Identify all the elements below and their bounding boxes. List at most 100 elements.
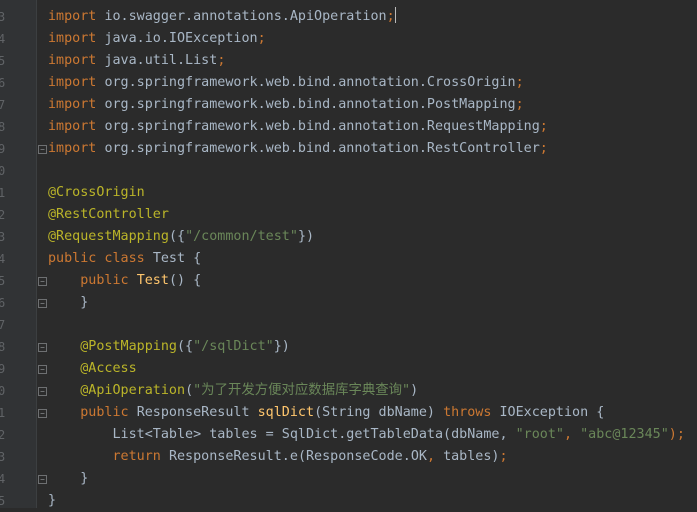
code-line[interactable]: import org.springframework.web.bind.anno…: [48, 94, 524, 116]
code-token: sqlDict: [257, 405, 315, 420]
code-token: }: [48, 471, 89, 486]
code-line[interactable]: public ResponseResult sqlDict(String dbN…: [48, 402, 604, 424]
code-token: ;: [386, 9, 395, 24]
line-number: 4: [0, 472, 6, 486]
code-token: ResponseResult.: [168, 449, 290, 464]
code-token: io.swagger.annotations.ApiOperation: [104, 9, 387, 24]
code-token: org.springframework.web.bind.annotation.…: [104, 119, 540, 134]
code-token: import: [48, 9, 105, 24]
code-token: @Access: [48, 361, 137, 376]
code-token: ;: [257, 31, 266, 46]
code-token: java.io.IOException: [104, 31, 258, 46]
fold-toggle-icon[interactable]: [37, 144, 48, 155]
code-token: List<Table> tables = SqlDict.: [48, 427, 347, 442]
line-number: 0: [0, 164, 6, 178]
code-token: return: [48, 449, 169, 464]
code-token: @RestController: [48, 207, 169, 222]
line-number: 1: [0, 186, 6, 200]
line-number: 2: [0, 208, 6, 222]
code-line[interactable]: import io.swagger.annotations.ApiOperati…: [48, 6, 396, 28]
code-token: ({: [168, 229, 186, 244]
code-line[interactable]: public Test() {: [48, 270, 201, 292]
code-line[interactable]: import java.util.List;: [48, 50, 225, 72]
line-number: 2: [0, 428, 6, 442]
code-token: import: [48, 75, 105, 90]
code-token: java.util.List: [104, 53, 218, 68]
code-token: }: [48, 295, 89, 310]
code-token: ;: [515, 97, 524, 112]
code-token: ,: [426, 449, 444, 464]
code-token: (ResponseCode.: [297, 449, 411, 464]
code-token: IOException {: [499, 405, 605, 420]
code-token: org.springframework.web.bind.annotation.…: [104, 75, 516, 90]
code-line[interactable]: List<Table> tables = SqlDict.getTableDat…: [48, 424, 684, 446]
line-number: 9: [0, 142, 6, 156]
fold-toggle-icon[interactable]: [37, 276, 48, 287]
code-token: (: [185, 383, 194, 398]
code-line[interactable]: import org.springframework.web.bind.anno…: [48, 138, 548, 160]
code-token: OK: [410, 449, 427, 464]
code-token: ;: [217, 53, 226, 68]
code-line[interactable]: import org.springframework.web.bind.anno…: [48, 116, 548, 138]
fold-toggle-icon[interactable]: [37, 386, 48, 397]
code-token: ({: [177, 339, 194, 354]
code-token: }): [297, 229, 315, 244]
code-line[interactable]: @Access: [48, 358, 137, 380]
code-editor[interactable]: 3 4 5 6 7 8 9 0 1 2 3 4 5 6 7 8 9 0 1 2 3 4 5 import io.swagge…: [0, 0, 697, 508]
code-token: tables): [443, 449, 500, 464]
code-token: @CrossOrigin: [48, 185, 145, 200]
line-number: 0: [0, 384, 6, 398]
code-token: import: [48, 53, 105, 68]
line-number: 5: [0, 274, 6, 288]
code-line[interactable]: }: [48, 292, 88, 314]
code-token: throws: [443, 405, 500, 420]
code-line[interactable]: }: [48, 490, 56, 512]
code-line[interactable]: public class Test {: [48, 248, 201, 270]
code-token: "root": [515, 427, 564, 442]
line-number: 4: [0, 252, 6, 266]
code-line[interactable]: @ApiOperation("为了开发方便对应数据库字典查询"): [48, 380, 418, 402]
line-number: 8: [0, 120, 6, 134]
code-line[interactable]: import java.io.IOException;: [48, 28, 266, 50]
fold-toggle-icon[interactable]: [37, 298, 48, 309]
line-number: 8: [0, 340, 6, 354]
code-line[interactable]: @CrossOrigin: [48, 182, 145, 204]
line-number: 6: [0, 296, 6, 310]
line-number: 6: [0, 76, 6, 90]
code-token: import: [48, 31, 105, 46]
code-token: Test: [136, 273, 169, 288]
code-token: import: [48, 97, 105, 112]
code-token: ): [410, 383, 419, 398]
code-token: "/common/test": [185, 229, 298, 244]
code-token: ResponseResult: [136, 405, 258, 420]
fold-toggle-icon[interactable]: [37, 342, 48, 353]
code-line[interactable]: @RestController: [48, 204, 169, 226]
line-number: 7: [0, 318, 6, 332]
code-token: @RequestMapping: [48, 229, 169, 244]
code-token: @PostMapping: [48, 339, 177, 354]
code-token: "abc@12345": [580, 427, 669, 442]
code-token: ;: [539, 141, 548, 156]
code-line[interactable]: import org.springframework.web.bind.anno…: [48, 72, 524, 94]
line-number: 9: [0, 362, 6, 376]
code-token: (String dbName): [314, 405, 444, 420]
gutter-divider: [36, 0, 37, 508]
code-line[interactable]: }: [48, 468, 88, 490]
code-token: "为了开发方便对应数据库字典查询": [193, 383, 411, 398]
code-token: public class: [48, 251, 153, 266]
line-number: 5: [0, 54, 6, 68]
fold-toggle-icon[interactable]: [37, 474, 48, 485]
line-number: 4: [0, 32, 6, 46]
line-number-gutter[interactable]: 3 4 5 6 7 8 9 0 1 2 3 4 5 6 7 8 9 0 1 2 3 4 5: [0, 0, 36, 508]
code-line[interactable]: @RequestMapping({"/common/test"}): [48, 226, 314, 248]
code-line[interactable]: return ResponseResult.e(ResponseCode.OK,…: [48, 446, 507, 468]
code-token: public: [48, 405, 137, 420]
code-token: }): [273, 339, 290, 354]
code-token: e: [289, 449, 298, 464]
code-token: Test {: [152, 251, 202, 266]
fold-toggle-icon[interactable]: [37, 364, 48, 375]
code-line[interactable]: @PostMapping({"/sqlDict"}): [48, 336, 290, 358]
fold-toggle-icon[interactable]: [37, 408, 48, 419]
code-token: public: [48, 273, 137, 288]
code-token: ;: [539, 119, 548, 134]
